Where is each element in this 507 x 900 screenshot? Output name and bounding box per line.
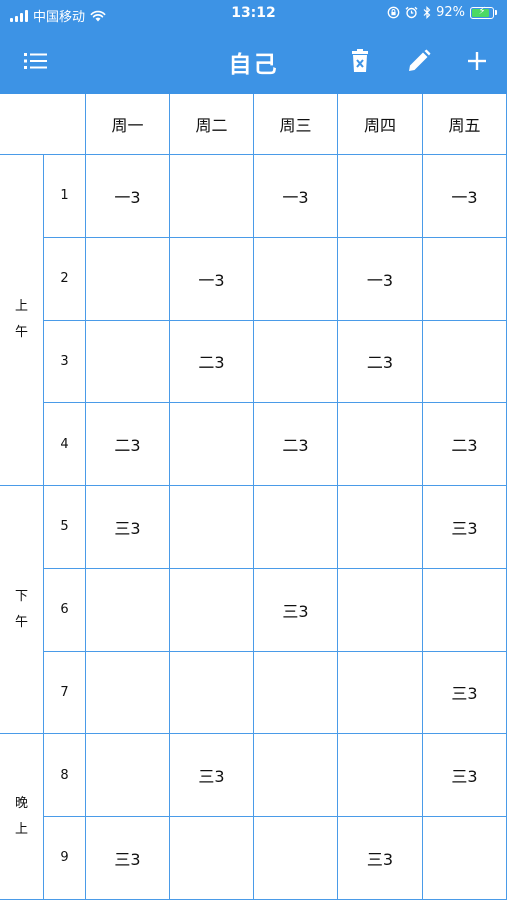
period-number: 1 <box>44 155 86 238</box>
period-number: 8 <box>44 734 86 817</box>
course-cell[interactable] <box>423 817 507 900</box>
course-cell[interactable]: 一3 <box>254 155 338 238</box>
course-cell[interactable] <box>423 568 507 652</box>
day-header: 周三 <box>254 94 338 155</box>
course-cell[interactable] <box>170 568 254 652</box>
course-cell[interactable]: 一3 <box>170 237 254 321</box>
period-number: 5 <box>44 486 86 569</box>
alarm-icon <box>405 6 418 19</box>
course-cell[interactable]: 二3 <box>170 320 254 404</box>
nav-bar: 自己 <box>0 28 507 94</box>
course-cell[interactable]: 一3 <box>423 155 507 238</box>
course-cell[interactable] <box>254 651 338 735</box>
course-cell[interactable] <box>86 734 170 817</box>
course-cell[interactable] <box>86 320 170 404</box>
plus-icon <box>468 52 486 70</box>
timetable-grid: 周一 周二 周三 周四 周五上午下午晚上 1 一3 一3 一3 2 一3 一3 3 二3 二3 4 二3 二3 二3… <box>0 94 507 900</box>
section-char: 下 <box>14 588 28 604</box>
lock-rotation-icon <box>387 6 400 19</box>
period-number: 6 <box>44 568 86 652</box>
day-header: 周一 <box>86 94 170 155</box>
section-char: 上 <box>14 821 28 837</box>
status-right: 92% ⚡ <box>387 5 497 20</box>
course-cell[interactable]: 三3 <box>423 734 507 817</box>
course-cell[interactable] <box>170 403 254 486</box>
course-cell[interactable]: 三3 <box>423 651 507 735</box>
course-cell[interactable]: 三3 <box>86 486 170 569</box>
course-cell[interactable] <box>254 320 338 404</box>
course-cell[interactable]: 一3 <box>338 237 423 321</box>
delete-button[interactable] <box>344 45 376 77</box>
course-cell[interactable] <box>423 237 507 321</box>
course-cell[interactable] <box>338 651 423 735</box>
section-char: 晚 <box>14 795 28 811</box>
course-cell[interactable] <box>86 568 170 652</box>
day-header: 周二 <box>170 94 254 155</box>
section-label: 下午 <box>0 486 44 735</box>
battery-charging-icon: ⚡ <box>470 6 497 19</box>
course-cell[interactable] <box>338 486 423 569</box>
course-cell[interactable] <box>254 237 338 321</box>
trash-icon <box>352 49 368 72</box>
section-char: 上 <box>14 299 28 314</box>
course-cell[interactable] <box>170 817 254 900</box>
course-cell[interactable] <box>423 320 507 404</box>
section-label: 上午 <box>0 155 44 486</box>
course-cell[interactable] <box>338 734 423 817</box>
period-number: 9 <box>44 817 86 900</box>
period-number: 4 <box>44 403 86 486</box>
section-char: 午 <box>14 325 28 340</box>
course-cell[interactable] <box>254 817 338 900</box>
course-cell[interactable] <box>338 568 423 652</box>
course-cell[interactable]: 二3 <box>338 320 423 404</box>
course-cell[interactable]: 三3 <box>423 486 507 569</box>
edit-button[interactable] <box>403 45 435 77</box>
course-cell[interactable] <box>338 155 423 238</box>
status-bar: 中国移动 13:12 92% ⚡ <box>0 0 507 28</box>
course-cell[interactable] <box>86 237 170 321</box>
course-cell[interactable] <box>338 403 423 486</box>
course-cell[interactable] <box>170 155 254 238</box>
period-number: 7 <box>44 651 86 735</box>
pencil-icon <box>409 49 431 71</box>
course-cell[interactable]: 二3 <box>423 403 507 486</box>
course-cell[interactable] <box>254 734 338 817</box>
section-char: 午 <box>14 614 28 630</box>
course-cell[interactable] <box>254 486 338 569</box>
course-cell[interactable]: 三3 <box>86 817 170 900</box>
course-cell[interactable]: 二3 <box>86 403 170 486</box>
course-cell[interactable]: 三3 <box>170 734 254 817</box>
period-number: 2 <box>44 237 86 321</box>
day-header: 周四 <box>338 94 423 155</box>
day-header: 周五 <box>423 94 507 155</box>
course-cell[interactable]: 二3 <box>254 403 338 486</box>
course-cell[interactable]: 一3 <box>86 155 170 238</box>
corner-cell <box>0 94 86 155</box>
course-cell[interactable]: 三3 <box>338 817 423 900</box>
add-button[interactable] <box>461 45 493 77</box>
period-number: 3 <box>44 320 86 404</box>
course-cell[interactable] <box>170 651 254 735</box>
bluetooth-icon <box>423 6 431 19</box>
timetable-app: 中国移动 13:12 92% ⚡ 自己 周一 周二 周三 周四 周五 上 午 下… <box>0 0 507 900</box>
course-cell[interactable]: 三3 <box>254 568 338 652</box>
course-cell[interactable] <box>86 651 170 735</box>
battery-percent: 92% <box>436 5 465 20</box>
section-label: 晚上 <box>0 734 44 900</box>
course-cell[interactable] <box>170 486 254 569</box>
